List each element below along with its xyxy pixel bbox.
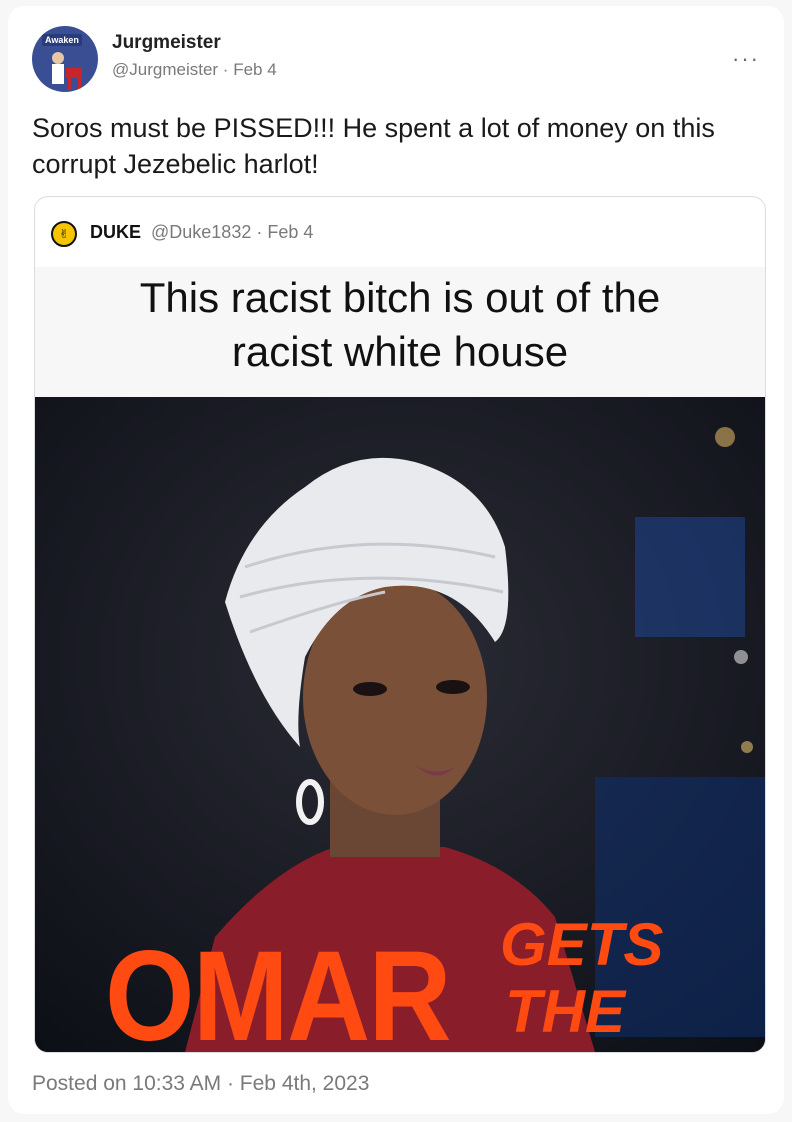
more-dots-icon: ··· <box>732 46 760 71</box>
meme-photo[interactable]: OMAR GETS THE <box>35 397 765 1052</box>
quoted-avatar-icon: ✌ <box>58 227 70 241</box>
post-text: Soros must be PISSED!!! He spent a lot o… <box>32 113 715 179</box>
quoted-avatar[interactable]: ✌ <box>51 221 77 247</box>
avatar[interactable]: Awaken <box>32 26 98 92</box>
avatar-figure-icon <box>40 46 88 90</box>
avatar-badge: Awaken <box>42 34 82 46</box>
meme-caption: This racist bitch is out of the racist w… <box>139 274 661 375</box>
quoted-meta-separator: · <box>256 222 268 242</box>
meme-caption-area: This racist bitch is out of the racist w… <box>35 267 765 397</box>
meme-banner-side-1: GETS <box>500 911 664 978</box>
author-handle[interactable]: @Jurgmeister <box>112 60 218 79</box>
author-name[interactable]: Jurgmeister <box>112 32 221 54</box>
quoted-author-meta: @Duke1832 · Feb 4 <box>151 222 313 243</box>
meme-banner-side-2: THE <box>505 978 625 1045</box>
post-date[interactable]: Feb 4 <box>233 60 276 79</box>
author-meta: @Jurgmeister · Feb 4 <box>112 60 277 80</box>
meta-separator: · <box>222 60 234 79</box>
post-card: Awaken Jurgmeister @Jurgmeister · Feb 4 … <box>8 6 784 1114</box>
quoted-post[interactable]: ✌ DUKE @Duke1832 · Feb 4 This racist bit… <box>34 196 766 1053</box>
quoted-date[interactable]: Feb 4 <box>267 222 313 242</box>
quoted-author-handle[interactable]: @Duke1832 <box>151 222 251 242</box>
quoted-author-name[interactable]: DUKE <box>90 222 141 243</box>
meme-banner-main: OMAR <box>105 925 452 1052</box>
more-options-button[interactable]: ··· <box>732 46 760 72</box>
post-footer: Posted on 10:33 AM · Feb 4th, 2023 <box>32 1072 370 1095</box>
